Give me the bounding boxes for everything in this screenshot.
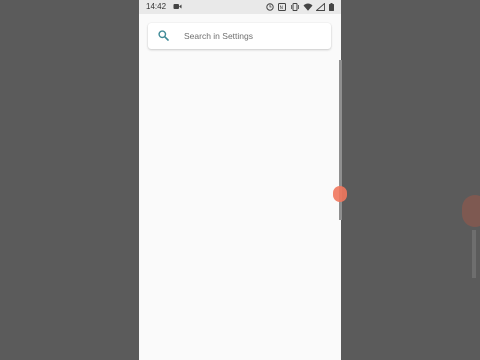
screenshot-icon [266, 3, 274, 11]
svg-text:N: N [280, 5, 283, 11]
video-record-icon [173, 4, 182, 9]
search-icon [158, 30, 169, 41]
edge-handle [472, 230, 476, 278]
settings-screen: 14:42 N Search in Settings [139, 0, 341, 360]
search-placeholder[interactable]: Search in Settings [184, 23, 253, 49]
touch-indicator-faded [462, 195, 480, 227]
nfc-icon: N [278, 3, 286, 11]
status-bar: 14:42 N [139, 0, 341, 14]
wifi-icon [303, 3, 313, 11]
no-signal-icon [316, 3, 325, 11]
status-time: 14:42 [146, 2, 167, 11]
vibrate-icon [291, 3, 299, 11]
settings-search-bar[interactable]: Search in Settings [148, 23, 331, 49]
touch-indicator [333, 186, 347, 202]
battery-icon [329, 3, 334, 11]
